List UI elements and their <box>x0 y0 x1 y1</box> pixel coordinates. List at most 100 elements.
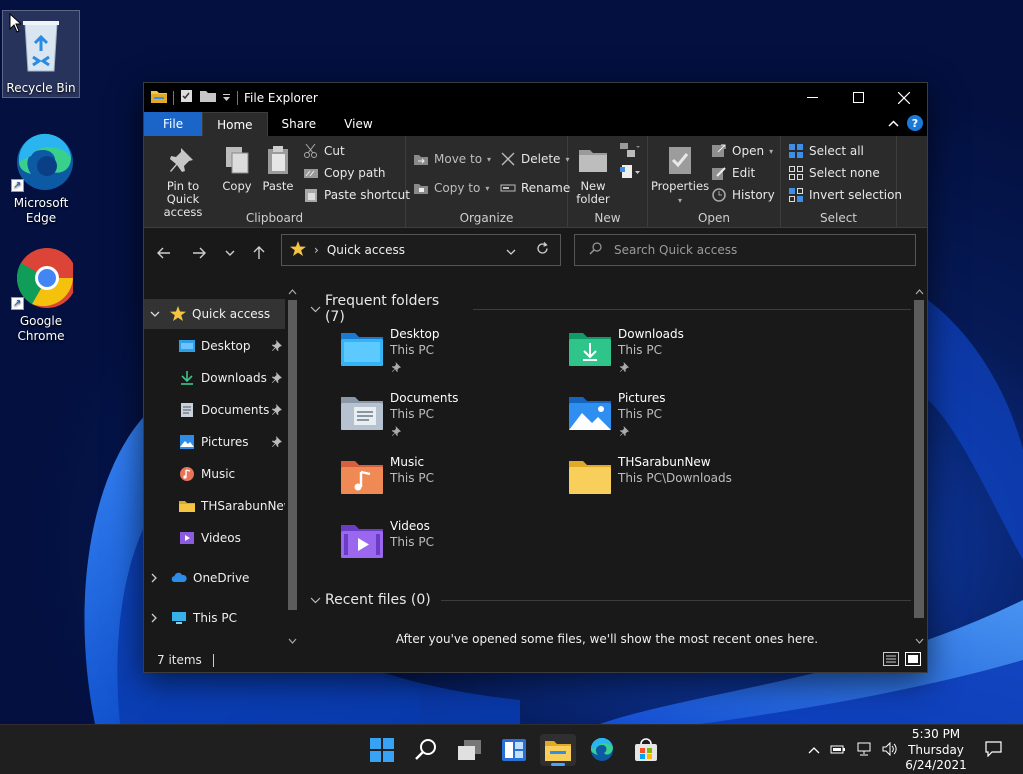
folder-tile-downloads[interactable]: Downloads This PC <box>568 327 788 387</box>
pin-to-quick-access-button[interactable]: Pin to Quick access <box>149 144 217 219</box>
tab-view[interactable]: View <box>330 112 386 136</box>
videos-icon <box>179 530 195 546</box>
desktop-icon-google-chrome[interactable]: Google Chrome <box>2 246 80 344</box>
paste-shortcut-button[interactable]: Paste shortcut <box>303 185 410 205</box>
back-button[interactable] <box>154 243 174 263</box>
scrollbar-thumb[interactable] <box>914 300 924 618</box>
title-bar[interactable]: File Explorer <box>144 83 927 112</box>
folder-tile-music[interactable]: Music This PC <box>340 455 560 515</box>
file-explorer-window: File Explorer File Home Share View ? Pin… <box>143 82 928 673</box>
easy-access-button[interactable] <box>619 164 641 185</box>
scroll-down-icon <box>915 638 924 644</box>
desktop-icon-label: Google Chrome <box>17 314 65 343</box>
folder-tile-videos[interactable]: Videos This PC <box>340 519 560 579</box>
desktop-icon-microsoft-edge[interactable]: Microsoft Edge <box>2 128 80 226</box>
nav-onedrive[interactable]: OneDrive <box>144 563 285 593</box>
search-taskbar-button[interactable] <box>408 734 444 766</box>
folder-tile-pictures[interactable]: Pictures This PC <box>568 391 788 451</box>
up-button[interactable] <box>249 243 269 263</box>
select-all-button[interactable]: Select all <box>788 141 864 161</box>
desktop-folder-icon <box>340 327 384 371</box>
file-explorer-taskbar-button[interactable] <box>540 734 576 766</box>
forward-button[interactable] <box>189 243 209 263</box>
close-button[interactable] <box>881 83 927 112</box>
clock[interactable]: 5:30 PM Thursday 6/24/2021 <box>905 727 967 774</box>
minimize-button[interactable] <box>789 83 835 112</box>
select-none-icon <box>788 165 804 181</box>
rename-button[interactable]: Rename <box>500 178 570 198</box>
folder-tile-desktop[interactable]: Desktop This PC <box>340 327 560 387</box>
section-recent-files[interactable]: Recent files (0) <box>310 592 911 608</box>
downloads-folder-icon <box>568 327 612 371</box>
rename-icon <box>500 180 516 196</box>
cut-button[interactable]: Cut <box>303 141 345 161</box>
folder-icon <box>568 455 612 499</box>
nav-item-desktop[interactable]: Desktop <box>144 331 285 361</box>
breadcrumb-quick-access[interactable]: Quick access <box>327 243 405 257</box>
recent-locations-button[interactable] <box>220 243 240 263</box>
widgets-button[interactable] <box>496 734 532 766</box>
properties-button[interactable]: Properties ▾ <box>650 144 710 207</box>
section-frequent-folders[interactable]: Frequent folders (7) <box>310 293 912 325</box>
navigation-pane-scrollbar[interactable] <box>285 284 300 648</box>
chevron-down-icon <box>310 597 321 603</box>
refresh-button[interactable] <box>536 242 549 258</box>
clock-date: 6/24/2021 <box>905 758 967 772</box>
show-hidden-icons-button[interactable] <box>808 743 820 757</box>
nav-item-documents[interactable]: Documents <box>144 395 285 425</box>
nav-item-downloads[interactable]: Downloads <box>144 363 285 393</box>
large-icons-view-icon <box>905 652 921 666</box>
maximize-button[interactable] <box>835 83 881 112</box>
address-history-dropdown[interactable] <box>506 244 516 258</box>
nav-item-videos[interactable]: Videos <box>144 523 285 553</box>
copy-button[interactable]: Copy <box>220 144 254 193</box>
folder-tile-documents[interactable]: Documents This PC <box>340 391 560 451</box>
chevron-down-icon <box>310 306 321 312</box>
copy-path-button[interactable]: Copy path <box>303 163 386 183</box>
nav-item-pictures[interactable]: Pictures <box>144 427 285 457</box>
help-button[interactable]: ? <box>907 115 923 131</box>
tab-share[interactable]: Share <box>268 112 331 136</box>
start-button[interactable] <box>364 734 400 766</box>
properties-icon[interactable] <box>180 89 194 106</box>
copy-to-button[interactable]: Copy to ▾ <box>413 178 489 198</box>
edit-button[interactable]: Edit <box>711 163 755 183</box>
nav-quick-access[interactable]: Quick access <box>144 299 285 329</box>
new-folder-qat-icon[interactable] <box>200 90 216 105</box>
open-button[interactable]: Open ▾ <box>711 141 773 161</box>
nav-item-thsarabunnew[interactable]: THSarabunNew <box>144 491 294 521</box>
collapse-ribbon-button[interactable] <box>888 116 899 130</box>
folder-tile-thsarabunnew[interactable]: THSarabunNew This PC\Downloads <box>568 455 788 515</box>
edge-taskbar-button[interactable] <box>584 734 620 766</box>
network-icon[interactable] <box>856 742 872 759</box>
battery-icon[interactable] <box>830 742 846 759</box>
content-pane-scrollbar[interactable] <box>911 284 927 648</box>
tab-file[interactable]: File <box>144 112 203 136</box>
address-bar[interactable]: › Quick access <box>281 234 561 266</box>
invert-selection-icon <box>788 187 804 203</box>
new-folder-button[interactable]: New folder <box>572 144 614 206</box>
delete-button[interactable]: Delete ▾ <box>500 149 569 169</box>
move-to-button[interactable]: Move to ▾ <box>413 149 491 169</box>
details-view-button[interactable] <box>883 652 899 669</box>
volume-icon[interactable] <box>882 741 898 759</box>
invert-selection-button[interactable]: Invert selection <box>788 185 902 205</box>
tab-home[interactable]: Home <box>202 112 268 136</box>
notifications-button[interactable] <box>985 741 1002 760</box>
nav-item-music[interactable]: Music <box>144 459 285 489</box>
scrollbar-thumb[interactable] <box>288 300 297 610</box>
pin-icon <box>167 144 199 176</box>
large-icons-view-button[interactable] <box>905 652 921 669</box>
select-none-button[interactable]: Select none <box>788 163 880 183</box>
paste-button[interactable]: Paste <box>260 144 296 193</box>
customize-qat-icon[interactable] <box>222 91 231 105</box>
microsoft-store-button[interactable] <box>628 734 664 766</box>
desktop-folder-icon <box>179 338 195 354</box>
new-item-button[interactable] <box>619 142 641 163</box>
search-box[interactable]: Search Quick access <box>574 234 916 266</box>
chevron-right-icon <box>151 613 157 623</box>
nav-this-pc[interactable]: This PC <box>144 603 285 633</box>
ribbon-group-new: New folder New <box>568 136 648 228</box>
task-view-button[interactable] <box>452 734 488 766</box>
history-button[interactable]: History <box>711 185 775 205</box>
